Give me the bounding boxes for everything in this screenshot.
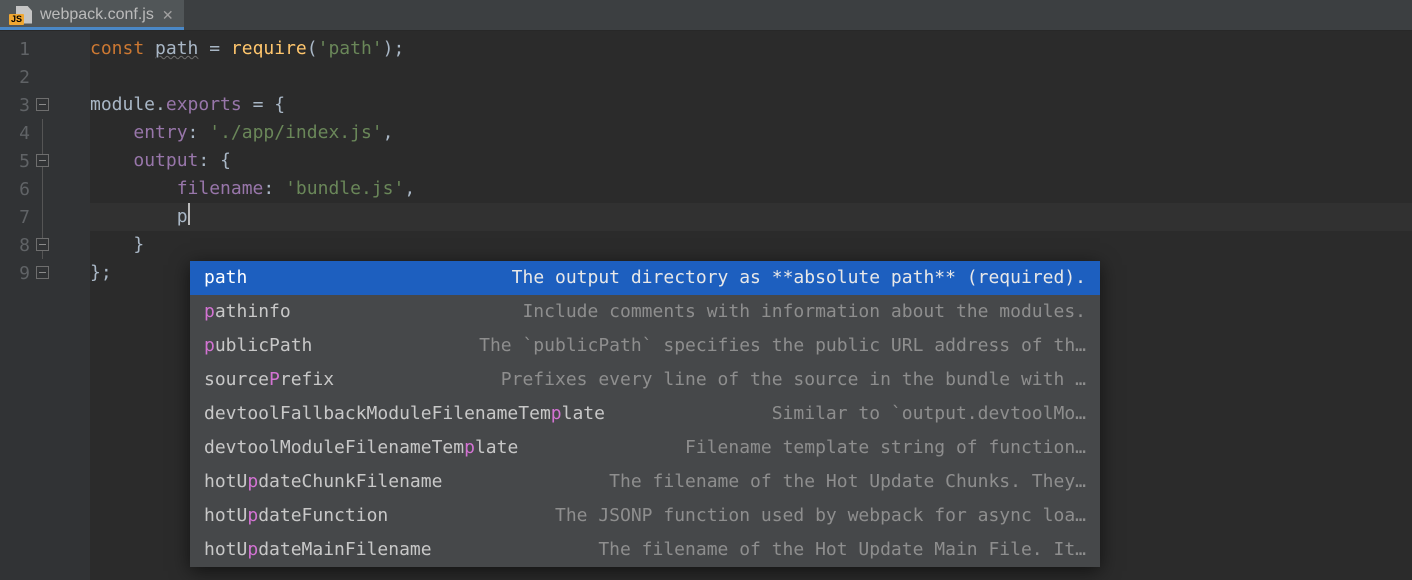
code-line: const path = require('path'); — [90, 35, 1412, 63]
suggestion-name: path — [204, 264, 247, 292]
suggestion-description: The `publicPath` specifies the public UR… — [338, 332, 1086, 360]
autocomplete-item[interactable]: hotUpdateMainFilename The filename of the… — [190, 533, 1100, 567]
autocomplete-item[interactable]: sourcePrefix Prefixes every line of the s… — [190, 363, 1100, 397]
close-icon[interactable]: ✕ — [162, 8, 174, 22]
code-line: } — [90, 231, 1412, 259]
code-line: filename: 'bundle.js', — [90, 175, 1412, 203]
fold-marker-icon[interactable] — [36, 98, 49, 111]
autocomplete-item[interactable]: pathinfo Include comments with informatio… — [190, 295, 1100, 329]
gutter: 1 2 3 4 5 6 7 8 9 — [0, 31, 90, 580]
code-line: module.exports = { — [90, 91, 1412, 119]
line-number: 2 — [0, 67, 34, 88]
code-line-current: p — [90, 203, 1412, 231]
suggestion-name: publicPath — [204, 332, 312, 360]
file-tab[interactable]: JS webpack.conf.js ✕ — [0, 0, 184, 30]
caret-icon — [188, 203, 190, 225]
line-number: 5 — [0, 151, 34, 172]
line-number: 7 — [0, 207, 34, 228]
line-number: 8 — [0, 235, 34, 256]
fold-marker-icon[interactable] — [36, 238, 49, 251]
suggestion-name: pathinfo — [204, 298, 291, 326]
code-area[interactable]: const path = require('path'); module.exp… — [90, 31, 1412, 580]
autocomplete-popup: path The output directory as **absolute p… — [190, 261, 1100, 567]
autocomplete-item[interactable]: devtoolFallbackModuleFilenameTemplate Sim… — [190, 397, 1100, 431]
tab-bar: JS webpack.conf.js ✕ — [0, 0, 1412, 31]
suggestion-description: The output directory as **absolute path*… — [273, 264, 1086, 292]
line-number: 3 — [0, 95, 34, 116]
autocomplete-item[interactable]: publicPath The `publicPath` specifies the… — [190, 329, 1100, 363]
editor: 1 2 3 4 5 6 7 8 9 const path = require('… — [0, 31, 1412, 580]
autocomplete-item[interactable]: hotUpdateChunkFilename The filename of th… — [190, 465, 1100, 499]
suggestion-description: Similar to `output.devtoolMo… — [631, 400, 1086, 428]
autocomplete-item[interactable]: path The output directory as **absolute p… — [190, 261, 1100, 295]
autocomplete-item[interactable]: hotUpdateFunction The JSONP function used… — [190, 499, 1100, 533]
suggestion-description: The filename of the Hot Update Main File… — [458, 536, 1086, 564]
line-number: 1 — [0, 39, 34, 60]
suggestion-description: The JSONP function used by webpack for a… — [414, 502, 1086, 530]
js-file-icon: JS — [10, 6, 32, 24]
suggestion-description: Include comments with information about … — [317, 298, 1086, 326]
fold-marker-icon[interactable] — [36, 266, 49, 279]
fold-marker-icon[interactable] — [36, 154, 49, 167]
line-number: 4 — [0, 123, 34, 144]
suggestion-description: Filename template string of function… — [544, 434, 1086, 462]
suggestion-description: Prefixes every line of the source in the… — [360, 366, 1086, 394]
code-line: output: { — [90, 147, 1412, 175]
suggestion-name: hotUpdateFunction — [204, 502, 388, 530]
suggestion-name: devtoolFallbackModuleFilenameTemplate — [204, 400, 605, 428]
autocomplete-item[interactable]: devtoolModuleFilenameTemplate Filename te… — [190, 431, 1100, 465]
line-number: 6 — [0, 179, 34, 200]
tab-filename: webpack.conf.js — [40, 6, 154, 24]
code-line — [90, 63, 1412, 91]
suggestion-name: hotUpdateChunkFilename — [204, 468, 442, 496]
suggestion-name: devtoolModuleFilenameTemplate — [204, 434, 518, 462]
code-line: entry: './app/index.js', — [90, 119, 1412, 147]
suggestion-name: hotUpdateMainFilename — [204, 536, 432, 564]
suggestion-name: sourcePrefix — [204, 366, 334, 394]
suggestion-description: The filename of the Hot Update Chunks. T… — [468, 468, 1086, 496]
line-number: 9 — [0, 263, 34, 284]
